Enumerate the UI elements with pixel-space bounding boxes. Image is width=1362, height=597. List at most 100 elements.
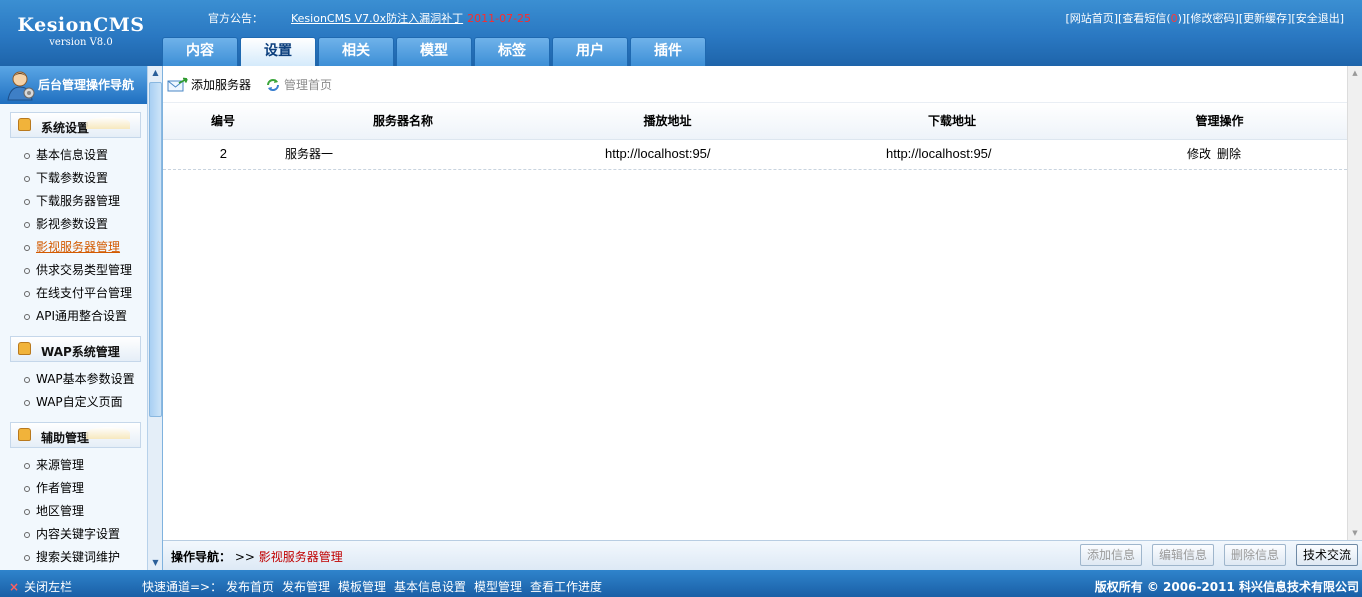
breadcrumb-separator: >> — [234, 550, 255, 564]
group-system-settings-list: 基本信息设置 下载参数设置 下载服务器管理 影视参数设置 影视服务器管理 供求交… — [0, 138, 147, 328]
group-auxiliary[interactable]: 辅助管理 — [10, 422, 141, 448]
edit-info-button[interactable]: 编辑信息 — [1151, 544, 1214, 566]
tab-plugins[interactable]: 插件 — [630, 37, 706, 66]
menu-item-download-params[interactable]: 下载参数设置 — [24, 167, 147, 190]
update-cache-link[interactable]: [更新缓存] — [1239, 12, 1292, 25]
header: KesionCMS version V8.0 官方公告： KesionCMS V7… — [0, 0, 1362, 66]
sidebar: 后台管理操作导航 系统设置 基本信息设置 下载参数设置 下载服务器管理 影视参数… — [0, 66, 163, 570]
manage-home-button[interactable]: 管理首页 — [264, 76, 332, 93]
add-server-label: 添加服务器 — [191, 78, 252, 92]
add-server-icon — [167, 77, 188, 91]
col-play-url-header: 播放地址 — [643, 114, 692, 128]
tab-model[interactable]: 模型 — [396, 37, 472, 66]
sidebar-menu: 系统设置 基本信息设置 下载参数设置 下载服务器管理 影视参数设置 影视服务器管… — [0, 104, 147, 569]
menu-item-search-keywords[interactable]: 搜索关键词维护 — [24, 546, 147, 569]
tab-tags[interactable]: 标签 — [474, 37, 550, 66]
logout-link[interactable]: [安全退出] — [1291, 12, 1344, 25]
table-header: 编号 服务器名称 播放地址 下载地址 管理操作 — [163, 102, 1347, 140]
scroll-up-arrow-icon[interactable]: ▲ — [148, 66, 162, 80]
quick-link-templates[interactable]: 模板管理 — [338, 580, 386, 594]
logo-name: KesionCMS — [17, 14, 145, 36]
menu-item-basic-info[interactable]: 基本信息设置 — [24, 144, 147, 167]
quick-link-models[interactable]: 模型管理 — [474, 580, 522, 594]
thumb-up-icon — [18, 118, 31, 131]
group-wap[interactable]: WAP系统管理 — [10, 336, 141, 362]
quick-link-publish-manage[interactable]: 发布管理 — [282, 580, 330, 594]
cell-id: 2 — [219, 146, 227, 161]
cell-name: 服务器一 — [285, 147, 334, 161]
cell-download-url: http://localhost:95/ — [886, 146, 992, 161]
operation-label: 操作导航： — [171, 550, 232, 564]
copyright: 版权所有 © 2006-2011 科兴信息技术有限公司 — [1094, 580, 1359, 594]
menu-item-api-integration[interactable]: API通用整合设置 — [24, 305, 147, 328]
delete-info-button[interactable]: 删除信息 — [1223, 544, 1286, 566]
close-icon: × — [9, 580, 20, 594]
thumb-up-icon — [18, 428, 31, 441]
col-name-header: 服务器名称 — [372, 114, 433, 128]
view-messages-suffix: )] — [1177, 12, 1187, 25]
tab-content[interactable]: 内容 — [162, 37, 238, 66]
quick-link-progress[interactable]: 查看工作进度 — [530, 580, 602, 594]
edit-link[interactable]: 修改 — [1187, 147, 1211, 161]
menu-item-video-params[interactable]: 影视参数设置 — [24, 213, 147, 236]
scroll-up-arrow-icon[interactable]: ▲ — [1348, 66, 1362, 80]
cell-play-url: http://localhost:95/ — [605, 146, 711, 161]
server-table: 编号 服务器名称 播放地址 下载地址 管理操作 2 服务器一 http://lo… — [163, 102, 1347, 170]
sidebar-title-text: 后台管理操作导航 — [38, 78, 135, 92]
main-tabs: 内容 设置 相关 模型 标签 用户 插件 — [162, 37, 708, 66]
sidebar-scrollbar[interactable]: ▲ ▼ — [147, 66, 162, 570]
main-panel: 添加服务器 管理首页 编号 服务器名称 播放地址 下载地址 管理操作 2 服务器… — [163, 66, 1362, 570]
group-wap-list: WAP基本参数设置 WAP自定义页面 — [0, 362, 147, 414]
tab-settings[interactable]: 设置 — [240, 37, 316, 66]
quick-label: 快速通道=>： — [142, 580, 223, 594]
scroll-down-arrow-icon[interactable]: ▼ — [148, 556, 162, 570]
menu-item-online-payment[interactable]: 在线支付平台管理 — [24, 282, 147, 305]
sidebar-title: 后台管理操作导航 — [0, 66, 147, 104]
add-server-button[interactable]: 添加服务器 — [167, 76, 251, 93]
view-messages-prefix: [查看短信( — [1118, 12, 1171, 25]
menu-item-trade-types[interactable]: 供求交易类型管理 — [24, 259, 147, 282]
toolbar: 添加服务器 管理首页 — [163, 66, 1347, 102]
menu-item-video-servers[interactable]: 影视服务器管理 — [24, 236, 147, 259]
operation-buttons: 添加信息 编辑信息 删除信息 技术交流 — [1070, 544, 1358, 566]
thumb-up-icon — [18, 342, 31, 355]
announcement-link[interactable]: KesionCMS V7.0x防注入漏洞补丁 — [291, 12, 463, 25]
quick-link-publish-home[interactable]: 发布首页 — [226, 580, 274, 594]
menu-item-wap-params[interactable]: WAP基本参数设置 — [24, 368, 147, 391]
group-system-settings[interactable]: 系统设置 — [10, 112, 141, 138]
group-decoration — [86, 427, 130, 439]
operation-breadcrumb: 操作导航： >> 影视服务器管理 — [171, 548, 343, 565]
delete-link[interactable]: 删除 — [1217, 147, 1241, 161]
scroll-down-arrow-icon[interactable]: ▼ — [1348, 526, 1362, 540]
menu-item-keywords[interactable]: 内容关键字设置 — [24, 523, 147, 546]
group-title: 系统设置 — [41, 121, 90, 135]
logo-version: version V8.0 — [49, 37, 113, 48]
manage-home-label: 管理首页 — [284, 78, 333, 92]
announcement-label: 官方公告： — [208, 12, 263, 25]
close-left-label: 关闭左栏 — [24, 580, 73, 594]
view-messages-link[interactable]: [查看短信(0)] — [1118, 12, 1186, 25]
close-left-panel-button[interactable]: × 关闭左栏 — [9, 578, 72, 595]
operation-bar: 操作导航： >> 影视服务器管理 添加信息 编辑信息 删除信息 技术交流 — [163, 540, 1362, 570]
menu-item-sources[interactable]: 来源管理 — [24, 454, 147, 477]
group-title: 辅助管理 — [41, 431, 90, 445]
sidebar-scroll-thumb[interactable] — [149, 82, 162, 417]
tab-users[interactable]: 用户 — [552, 37, 628, 66]
change-password-link[interactable]: [修改密码] — [1186, 12, 1239, 25]
announcement: 官方公告： KesionCMS V7.0x防注入漏洞补丁 2011-07-25 — [208, 10, 531, 26]
menu-item-authors[interactable]: 作者管理 — [24, 477, 147, 500]
main-scrollbar[interactable]: ▲ ▼ — [1347, 66, 1362, 540]
site-home-link[interactable]: [网站首页] — [1065, 12, 1118, 25]
logo: KesionCMS version V8.0 — [0, 0, 162, 66]
col-id-header: 编号 — [210, 114, 235, 128]
menu-item-download-servers[interactable]: 下载服务器管理 — [24, 190, 147, 213]
menu-item-wap-pages[interactable]: WAP自定义页面 — [24, 391, 147, 414]
tab-related[interactable]: 相关 — [318, 37, 394, 66]
tech-exchange-button[interactable]: 技术交流 — [1295, 544, 1358, 566]
group-decoration — [86, 117, 130, 129]
table-row: 2 服务器一 http://localhost:95/ http://local… — [163, 140, 1347, 170]
admin-avatar-icon — [7, 71, 35, 101]
quick-link-basic-info[interactable]: 基本信息设置 — [394, 580, 466, 594]
add-info-button[interactable]: 添加信息 — [1079, 544, 1142, 566]
menu-item-regions[interactable]: 地区管理 — [24, 500, 147, 523]
